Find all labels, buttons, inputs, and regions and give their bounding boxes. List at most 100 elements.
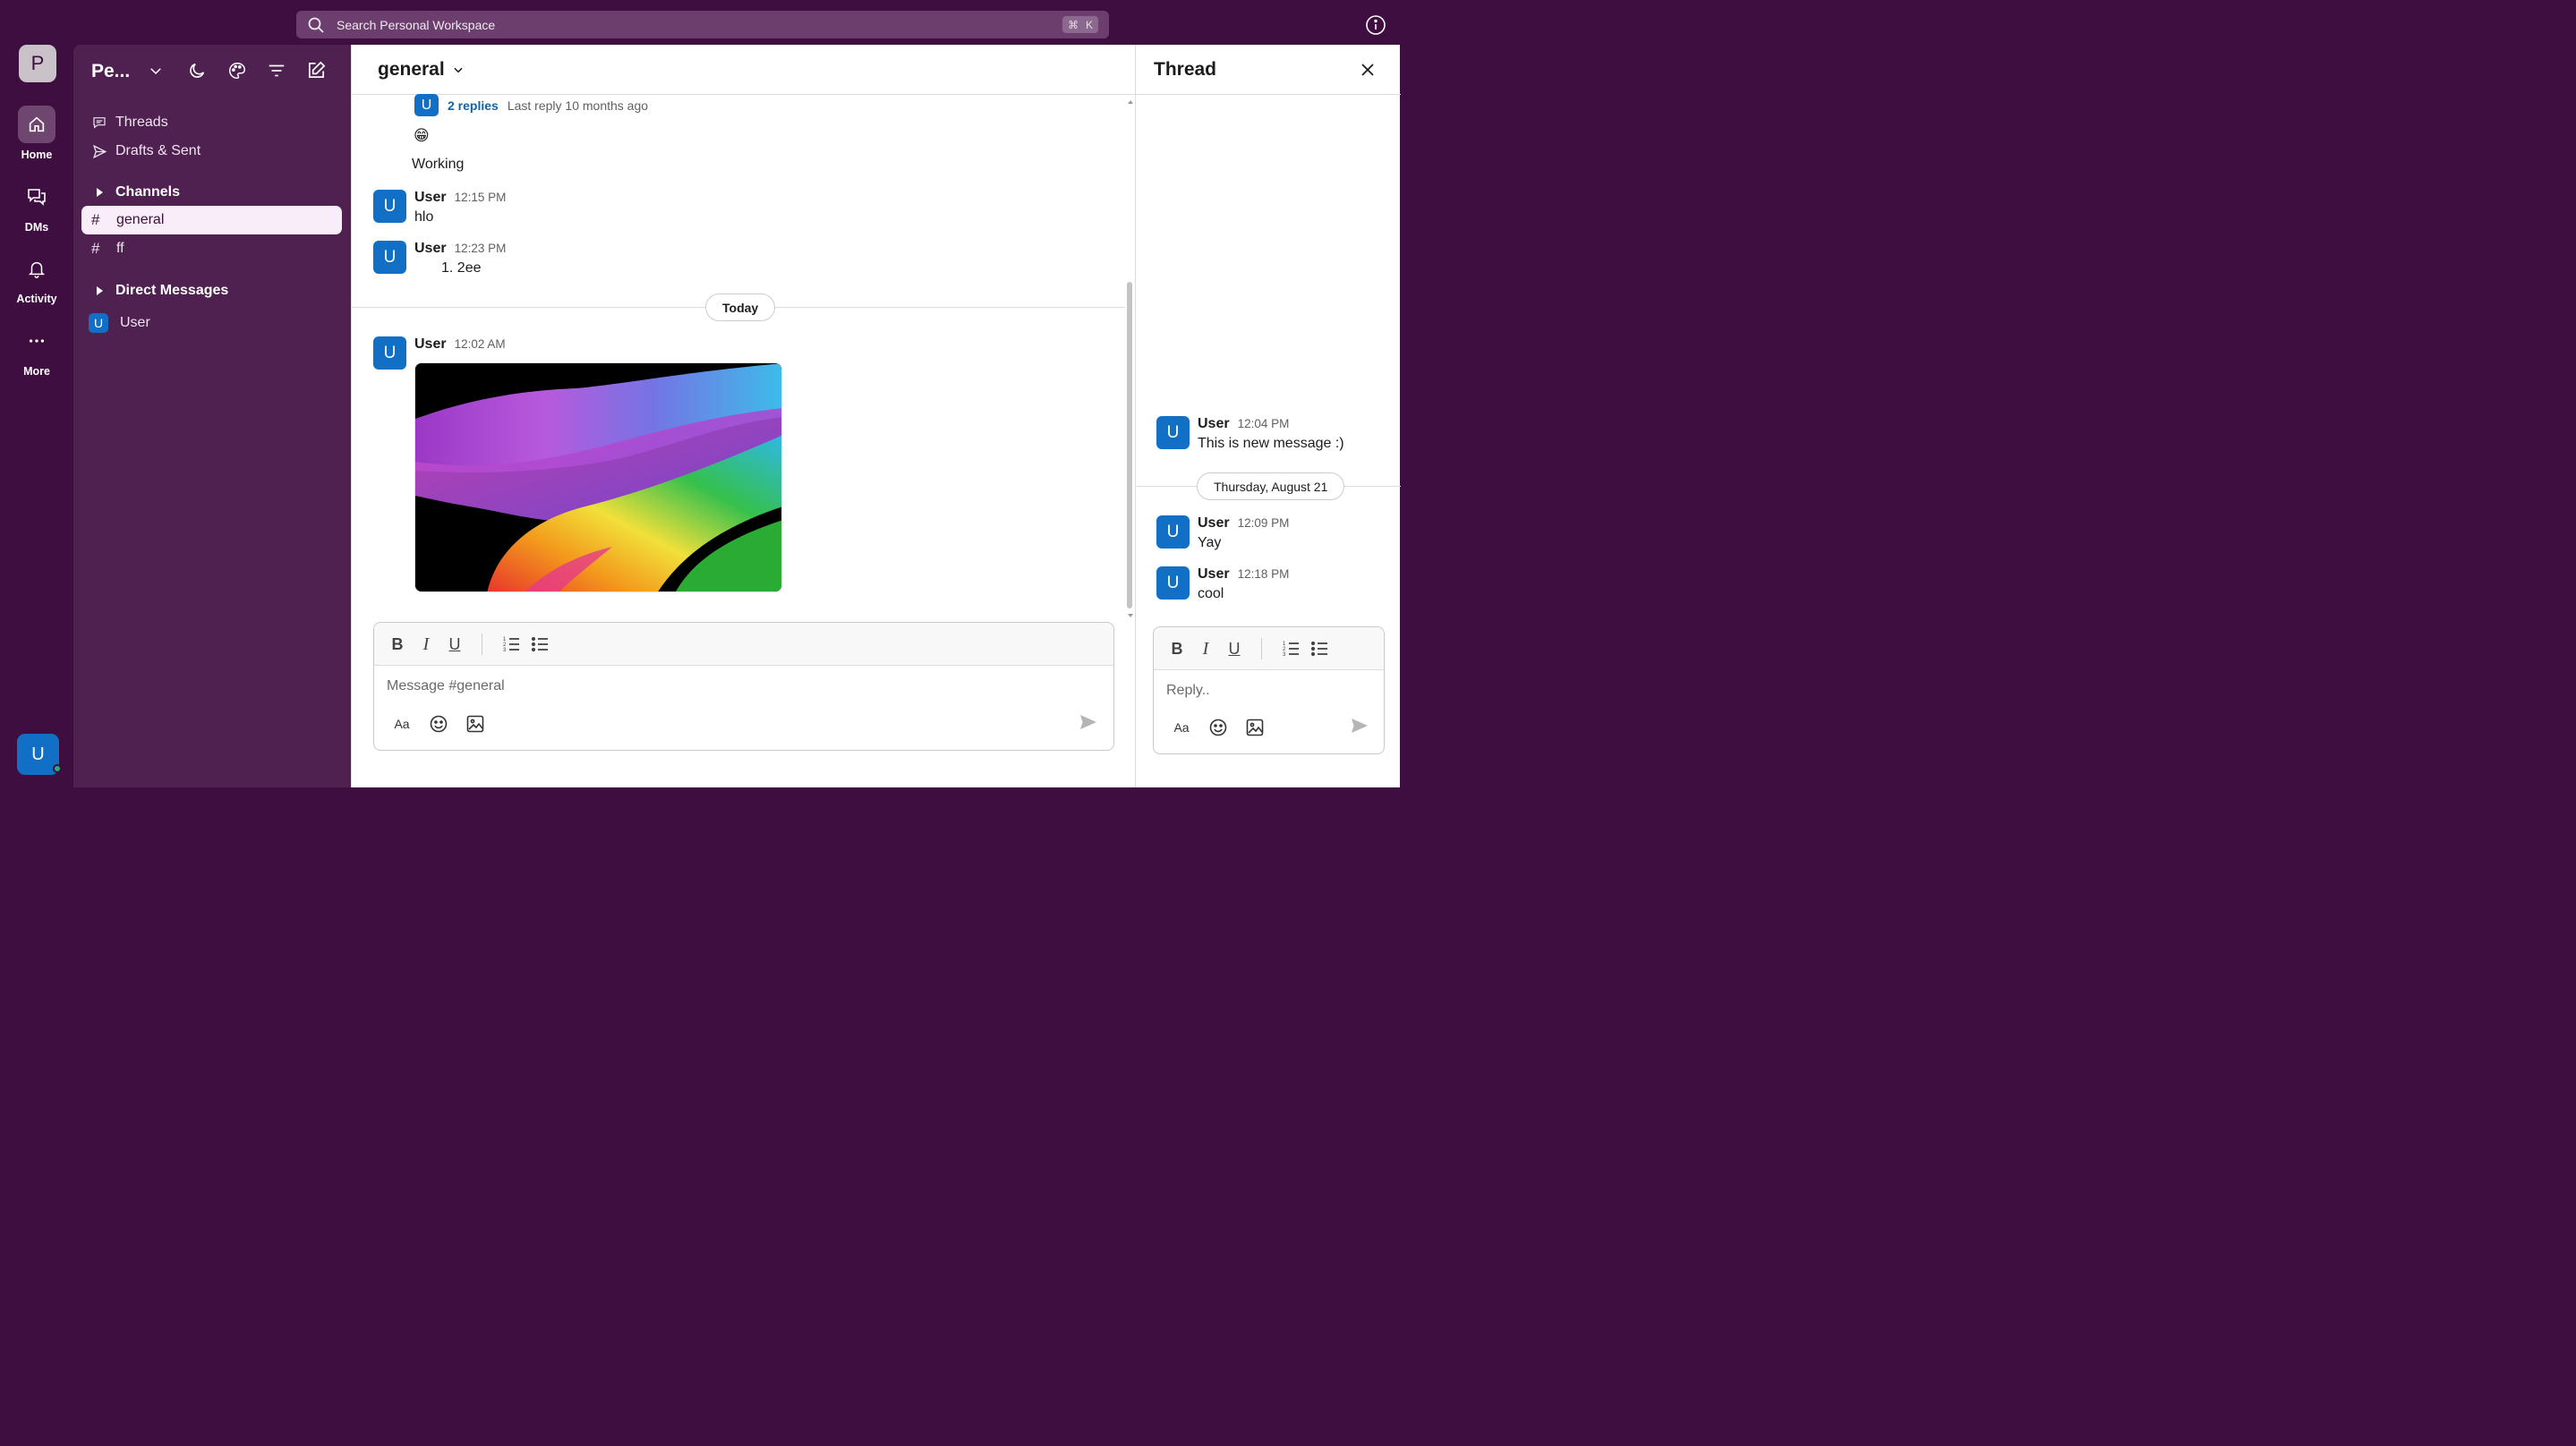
day-divider-pill[interactable]: Thursday, August 21: [1197, 472, 1345, 500]
replies-link[interactable]: 2 replies: [448, 98, 499, 113]
message-time: 12:02 AM: [454, 337, 506, 351]
bell-icon: [18, 250, 55, 287]
ordered-list-icon[interactable]: 123: [501, 634, 523, 655]
scroll-down-icon[interactable]: [1127, 612, 1134, 619]
thread-message: U User 12:18 PM cool: [1156, 566, 1289, 602]
channel-header[interactable]: general: [352, 45, 1136, 95]
workspace-rail: P Home DMs Activity More U: [0, 45, 73, 787]
message-author[interactable]: User: [1198, 416, 1230, 432]
thread-message: U User 12:04 PM This is new message :): [1156, 416, 1344, 452]
message-author[interactable]: User: [414, 336, 447, 353]
italic-button[interactable]: I: [1195, 638, 1216, 659]
last-reply-text: Last reply 10 months ago: [507, 98, 649, 113]
message-time: 12:04 PM: [1237, 417, 1290, 430]
current-user-avatar[interactable]: U: [17, 734, 62, 775]
image-upload-icon[interactable]: [1244, 717, 1266, 738]
italic-button[interactable]: I: [415, 634, 437, 655]
text-format-button[interactable]: Aa: [1171, 717, 1192, 738]
palette-icon[interactable]: [227, 61, 247, 81]
underline-button[interactable]: U: [444, 634, 465, 655]
caret-right-icon: [91, 283, 107, 299]
workspace-avatar[interactable]: P: [19, 45, 56, 82]
message-image-attachment[interactable]: [414, 362, 782, 592]
message-composer[interactable]: B I U 123 Message #general Aa: [373, 622, 1114, 751]
send-icon: [91, 143, 107, 159]
ordered-list-icon[interactable]: 123: [1281, 638, 1302, 659]
more-icon: [18, 322, 55, 360]
message-author[interactable]: User: [1198, 515, 1230, 532]
search-shortcut: ⌘ K: [1062, 16, 1098, 33]
bold-button[interactable]: B: [387, 634, 408, 655]
svg-text:3: 3: [503, 648, 507, 653]
emoji-reaction: 😁: [414, 127, 430, 144]
sidebar-item-drafts[interactable]: Drafts & Sent: [91, 140, 200, 163]
sidebar-dm-user[interactable]: U User: [89, 311, 150, 335]
chevron-down-icon: [454, 67, 463, 72]
compose-icon[interactable]: [306, 60, 327, 81]
thread-message: U User 12:09 PM Yay: [1156, 515, 1289, 551]
message-text: Yay: [1198, 535, 1222, 550]
toolbar-divider: [1261, 638, 1262, 659]
rail-more[interactable]: More: [0, 322, 73, 378]
scroll-up-icon[interactable]: [1127, 98, 1134, 106]
filter-icon[interactable]: [267, 61, 286, 81]
image-upload-icon[interactable]: [465, 713, 486, 735]
svg-text:3: 3: [1283, 652, 1286, 658]
day-divider-pill[interactable]: Today: [705, 293, 776, 321]
avatar[interactable]: U: [373, 190, 406, 223]
search-bar[interactable]: Search Personal Workspace ⌘ K: [296, 11, 1109, 38]
hash-icon: #: [91, 240, 100, 257]
workspace-chevron-down-icon[interactable]: [148, 63, 164, 79]
message-time: 12:18 PM: [1237, 567, 1290, 581]
message-text: cool: [1198, 586, 1224, 601]
sidebar-section-channels[interactable]: Channels: [91, 181, 180, 204]
avatar[interactable]: U: [1156, 416, 1190, 449]
text-format-button[interactable]: Aa: [391, 713, 413, 735]
message-author[interactable]: User: [1198, 566, 1230, 583]
message-time: 12:09 PM: [1237, 516, 1290, 530]
avatar: U: [414, 94, 439, 116]
message-text: hlo: [414, 209, 434, 225]
avatar[interactable]: U: [373, 336, 406, 370]
emoji-icon[interactable]: [1207, 717, 1229, 738]
message: U User 12:23 PM 1. 2ee: [373, 241, 506, 276]
sidebar-channel-general[interactable]: # general: [81, 206, 342, 234]
thread-replies-summary[interactable]: U 2 replies Last reply 10 months ago: [414, 94, 648, 116]
emoji-icon[interactable]: [428, 713, 449, 735]
bold-button[interactable]: B: [1166, 638, 1188, 659]
sidebar-channel-ff[interactable]: # ff: [81, 234, 342, 263]
rail-activity[interactable]: Activity: [0, 250, 73, 305]
threads-icon: [91, 115, 107, 131]
sidebar-item-threads[interactable]: Threads: [91, 111, 168, 134]
avatar[interactable]: U: [1156, 515, 1190, 549]
bullet-list-icon[interactable]: [1309, 638, 1331, 659]
format-toolbar: B I U 123: [374, 623, 1113, 666]
caret-right-icon: [91, 184, 107, 200]
moon-icon[interactable]: [187, 61, 207, 81]
close-icon[interactable]: [1359, 61, 1377, 79]
message-author[interactable]: User: [414, 190, 447, 206]
send-icon[interactable]: [1349, 715, 1370, 736]
sidebar-section-direct-messages[interactable]: Direct Messages: [91, 279, 228, 302]
scrollbar-thumb[interactable]: [1127, 282, 1132, 608]
sidebar: Pe... Threads Drafts & Sent Channels # g…: [73, 45, 351, 787]
rail-home[interactable]: Home: [0, 106, 73, 161]
avatar[interactable]: U: [1156, 566, 1190, 600]
workspace-name[interactable]: Pe...: [91, 59, 130, 84]
channel-title: general: [378, 58, 445, 80]
info-icon[interactable]: [1365, 14, 1386, 36]
reply-input[interactable]: Reply..: [1166, 683, 1210, 699]
bullet-list-icon[interactable]: [530, 634, 551, 655]
send-icon[interactable]: [1078, 711, 1099, 733]
underline-button[interactable]: U: [1224, 638, 1245, 659]
avatar: U: [89, 313, 108, 333]
message-input[interactable]: Message #general: [387, 678, 505, 694]
message: U User 12:15 PM hlo: [373, 190, 506, 225]
avatar[interactable]: U: [373, 241, 406, 274]
message-author[interactable]: User: [414, 241, 447, 257]
message-time: 12:15 PM: [454, 191, 507, 204]
message-text: This is new message :): [1198, 436, 1344, 451]
rail-dms[interactable]: DMs: [0, 178, 73, 234]
thread-reply-composer[interactable]: B I U 123 Reply.. Aa: [1153, 626, 1385, 754]
thread-title: Thread: [1154, 58, 1217, 80]
